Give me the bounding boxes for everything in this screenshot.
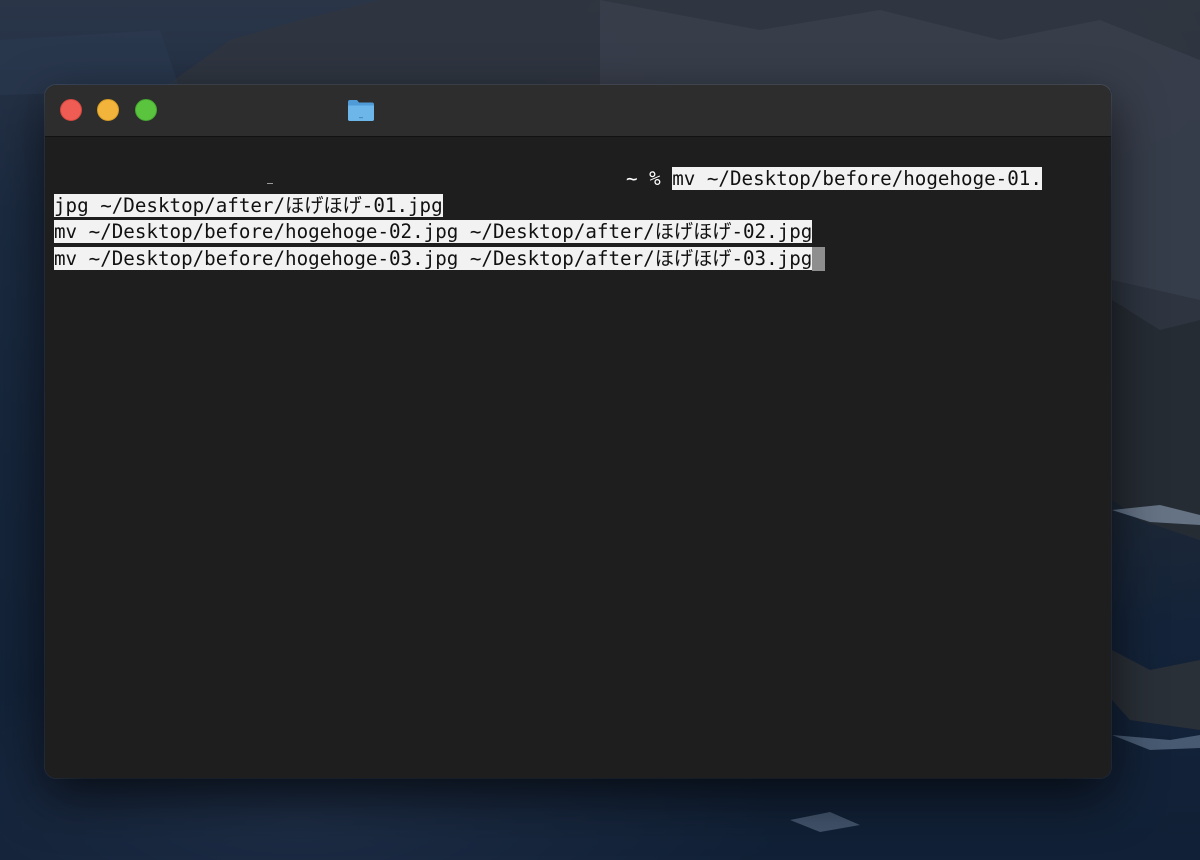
selected-command-text: mv ~/Desktop/before/hogehoge-01. [672, 167, 1042, 190]
terminal-line-2: jpg ~/Desktop/after/ほげほげ-01.jpg [54, 193, 443, 219]
divider-mark [267, 183, 273, 184]
terminal-line-3: mv ~/Desktop/before/hogehoge-02.jpg ~/De… [54, 219, 813, 245]
text-cursor [812, 247, 826, 271]
shell-prompt: ~ % [626, 167, 673, 190]
selected-command-text: jpg ~/Desktop/after/ほげほげ-01.jpg [54, 194, 443, 217]
terminal-line-1: ~ % mv ~/Desktop/before/hogehoge-01. [626, 166, 1042, 192]
close-button[interactable] [60, 99, 82, 121]
terminal-output[interactable]: ~ % mv ~/Desktop/before/hogehoge-01. jpg… [45, 137, 1111, 778]
title-bar[interactable] [45, 85, 1111, 137]
minimize-button[interactable] [97, 99, 119, 121]
folder-icon [348, 100, 374, 121]
terminal-line-4: mv ~/Desktop/before/hogehoge-03.jpg ~/De… [54, 246, 826, 272]
zoom-button[interactable] [135, 99, 157, 121]
terminal-window[interactable]: ~ % mv ~/Desktop/before/hogehoge-01. jpg… [45, 85, 1111, 778]
selected-command-text: mv ~/Desktop/before/hogehoge-02.jpg ~/De… [54, 220, 813, 243]
selected-command-text: mv ~/Desktop/before/hogehoge-03.jpg ~/De… [54, 247, 813, 270]
